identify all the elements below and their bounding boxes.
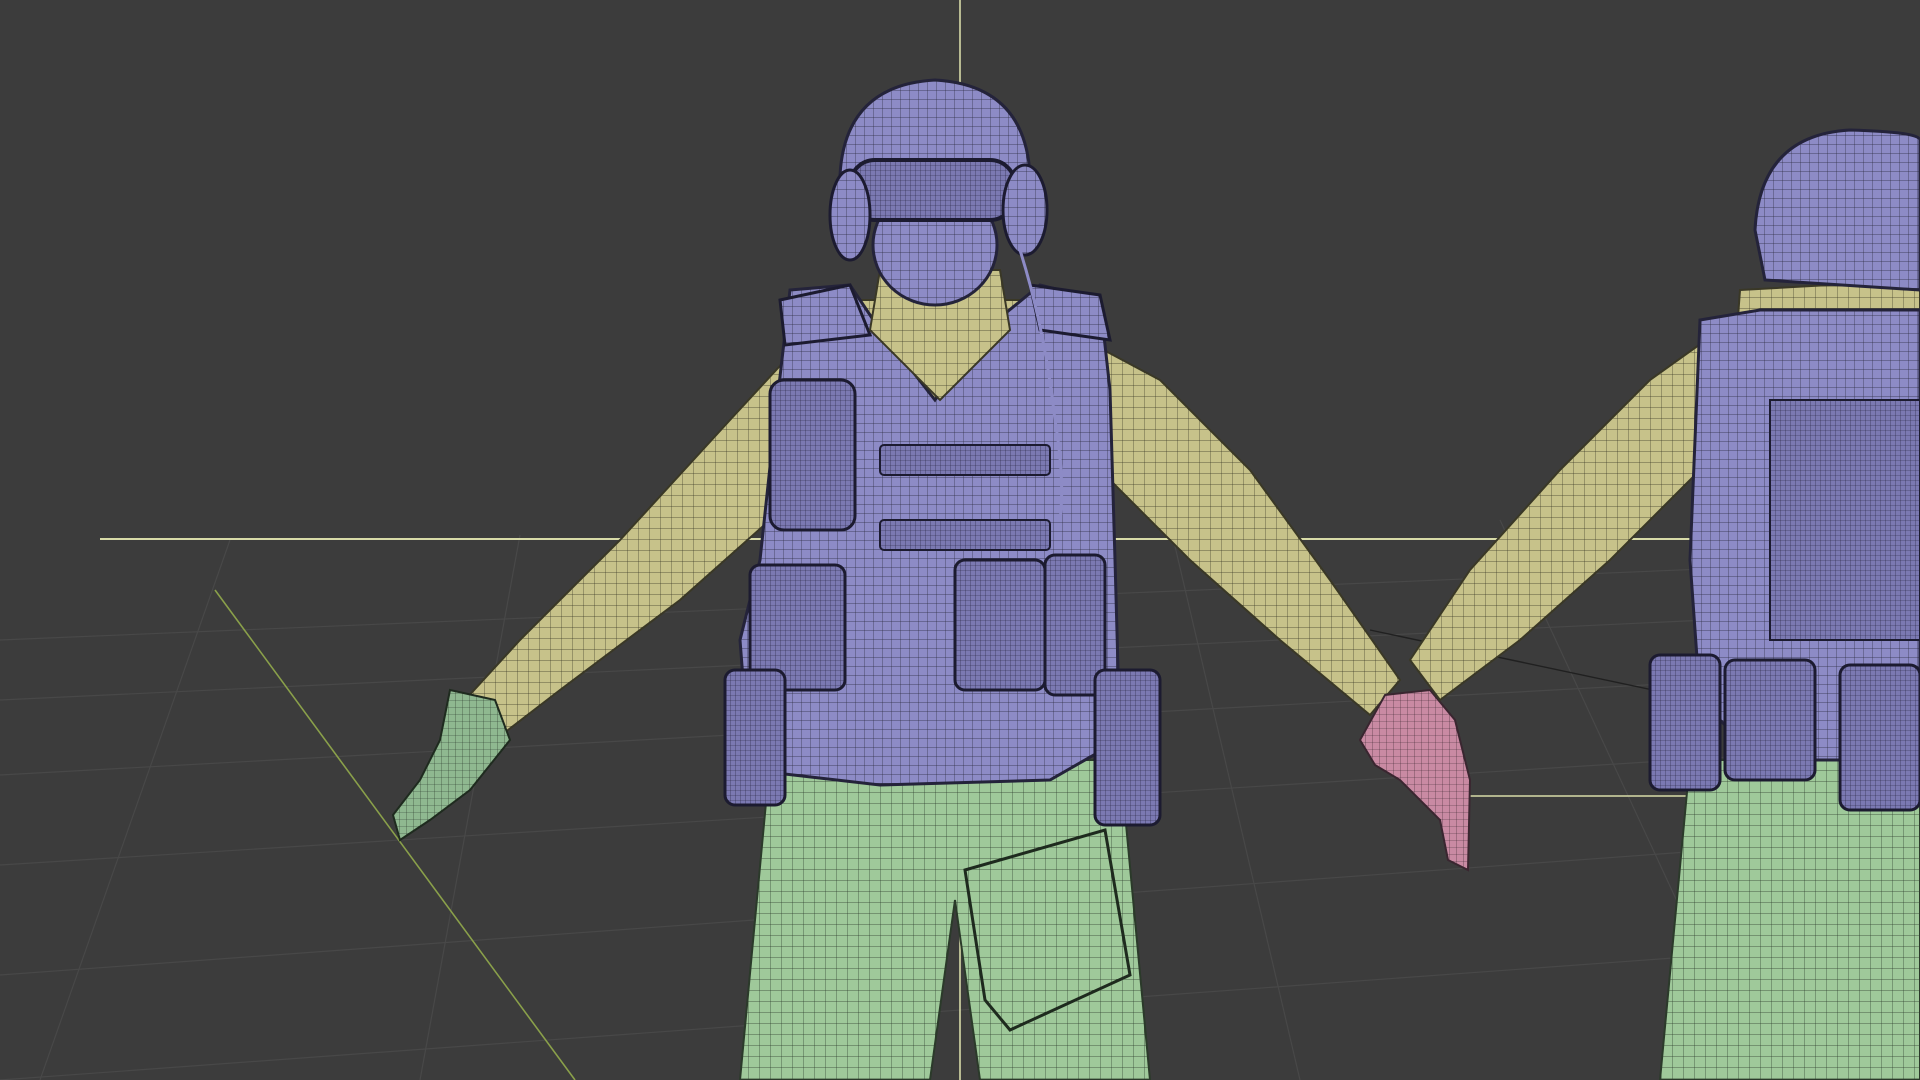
vest-pouch-upper-left[interactable] [768, 378, 857, 532]
left-glove-mesh[interactable] [391, 688, 512, 842]
right-glove-mesh[interactable] [1358, 688, 1472, 872]
soldier-front-model[interactable] [391, 78, 1472, 1080]
back-belt-pouch-1[interactable] [1648, 653, 1722, 792]
right-arm-mesh[interactable] [1083, 338, 1402, 717]
viewport-scene[interactable] [0, 0, 1920, 1080]
belt-pouch-left[interactable] [723, 668, 787, 807]
headset-right-cup[interactable] [1001, 163, 1049, 257]
headset-left-cup[interactable] [828, 168, 872, 262]
goggles-mesh[interactable] [848, 158, 1017, 222]
3d-viewport[interactable] [0, 0, 1920, 1080]
back-molle-panel[interactable] [1769, 399, 1920, 641]
belt-pouch-right[interactable] [1093, 668, 1162, 827]
back-helmet-mesh[interactable] [1753, 128, 1920, 292]
vest-pouch-lower-center[interactable] [953, 558, 1047, 692]
back-arm-mesh[interactable] [1408, 327, 1722, 702]
soldier-back-model[interactable] [1408, 128, 1920, 1080]
back-belt-pouch-2[interactable] [1723, 658, 1817, 782]
back-belt-pouch-3[interactable] [1838, 663, 1920, 812]
